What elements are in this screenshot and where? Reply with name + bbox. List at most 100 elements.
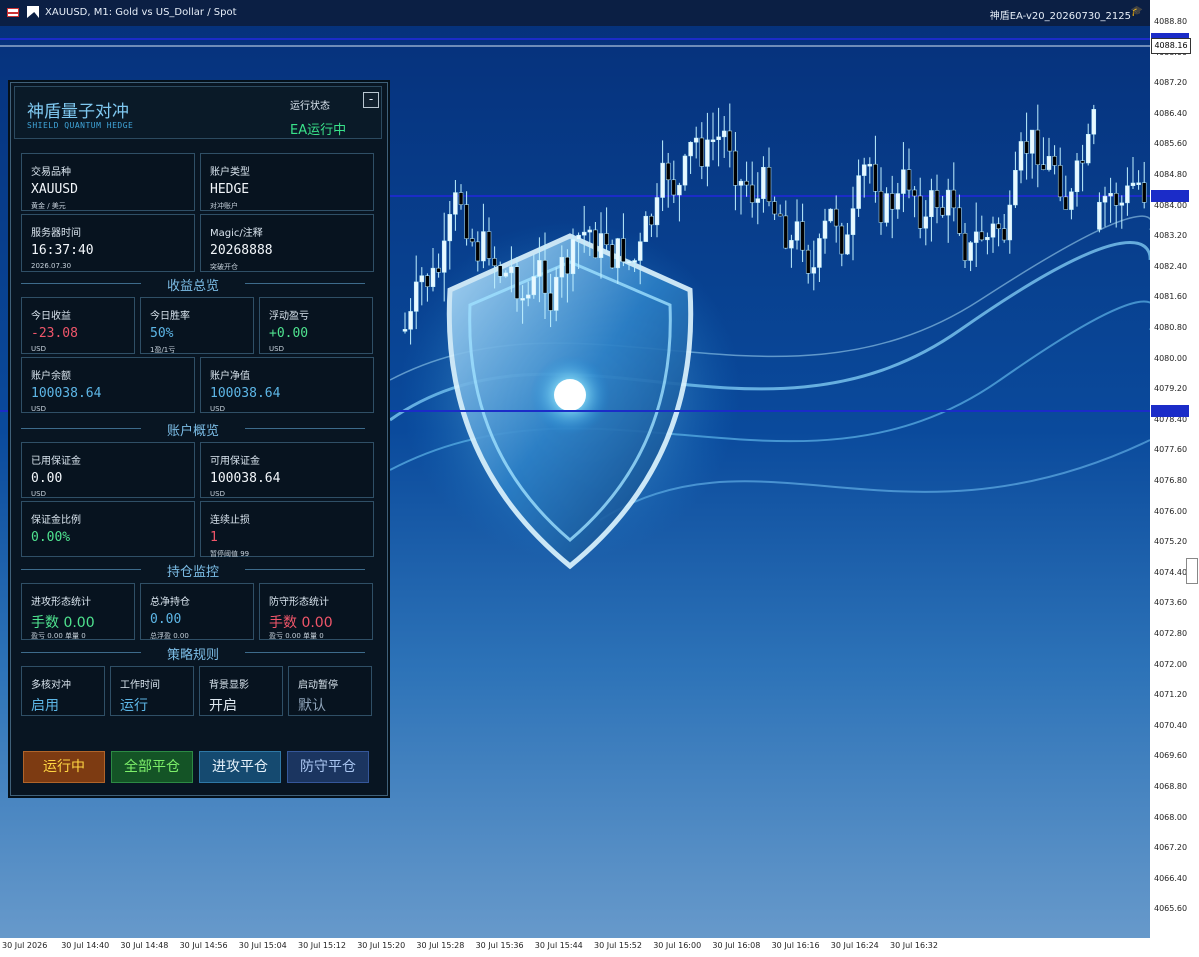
- time-axis-label: 30 Jul 14:48: [120, 941, 169, 950]
- candle-body: [777, 213, 783, 217]
- time-axis-label: 30 Jul 16:32: [890, 941, 938, 950]
- server-time-card: 服务器时间 16:37:40 2026.07.30: [21, 214, 195, 272]
- card-value: 20268888: [210, 243, 273, 258]
- card-value: 运行: [120, 698, 148, 714]
- candle-body: [581, 231, 587, 236]
- time-axis-label: 30 Jul 16:00: [653, 941, 702, 950]
- section-strategy-header: 策略规则: [21, 644, 365, 663]
- candle-body: [1136, 182, 1141, 185]
- hline-price-tag: [1151, 405, 1189, 417]
- card-sub: USD: [210, 405, 225, 413]
- card-sub: 1盈/1亏: [150, 346, 176, 354]
- close-attack-button[interactable]: 进攻平仓: [199, 751, 281, 783]
- card-sub: 盈亏 0.00 单量 0: [31, 632, 86, 640]
- candle-body: [1029, 129, 1035, 154]
- hline-price-tag: [1151, 190, 1189, 202]
- price-axis[interactable]: 4088.804088.004087.204086.404085.604084.…: [1150, 0, 1199, 957]
- rule-worktime-card[interactable]: 工作时间 运行: [110, 666, 194, 716]
- section-profit-header: 收益总览: [21, 275, 365, 294]
- floating-pl-card: 浮动盈亏 +0.00 USD: [259, 297, 373, 354]
- price-axis-label: 4088.80: [1154, 17, 1188, 26]
- candle-body: [962, 233, 968, 261]
- running-button[interactable]: 运行中: [23, 751, 105, 783]
- time-axis-label: 30 Jul 15:28: [416, 941, 465, 950]
- minimize-icon[interactable]: -: [363, 92, 379, 108]
- candle-body: [464, 204, 469, 239]
- section-title: 策略规则: [166, 648, 219, 663]
- candle-body: [805, 249, 811, 274]
- card-value: 16:37:40: [31, 243, 94, 258]
- chart-arrow-icon[interactable]: [27, 6, 39, 18]
- card-label: 账户类型: [210, 167, 250, 178]
- candle-body: [1097, 201, 1102, 230]
- candle-body: [845, 234, 850, 255]
- card-label: 启动暂停: [298, 680, 338, 691]
- time-axis-label: 30 Jul 15:52: [594, 941, 642, 950]
- close-defense-button[interactable]: 防守平仓: [287, 751, 369, 783]
- candle-body: [693, 137, 699, 143]
- free-margin-card: 可用保证金 100038.64 USD: [200, 442, 374, 498]
- candle-body: [576, 234, 581, 240]
- price-axis-label: 4065.60: [1154, 904, 1188, 914]
- candle-body: [727, 130, 733, 152]
- price-axis-label: 4075.20: [1154, 537, 1188, 547]
- candle-body: [895, 193, 901, 210]
- rule-background-card[interactable]: 背景显影 开启: [199, 666, 283, 716]
- card-label: 背景显影: [209, 680, 249, 691]
- price-axis-label: 4085.60: [1154, 139, 1188, 149]
- price-axis-label: 4079.20: [1154, 384, 1188, 394]
- candle-body: [430, 267, 436, 287]
- candle-body: [699, 137, 705, 167]
- price-axis-label: 4072.80: [1154, 629, 1188, 638]
- time-axis-label: 30 Jul 15:44: [534, 941, 583, 950]
- candle-body: [749, 184, 755, 203]
- card-label: 可用保证金: [210, 456, 260, 467]
- section-title: 账户概览: [166, 424, 219, 439]
- rule-startpause-card[interactable]: 启动暂停 默认: [288, 666, 372, 716]
- candle-body: [626, 261, 632, 264]
- candle-body: [1013, 170, 1018, 206]
- price-axis-label: 4077.60: [1154, 445, 1188, 455]
- candle-body: [794, 221, 800, 241]
- close-all-button[interactable]: 全部平仓: [111, 751, 193, 783]
- status-label: 运行状态: [290, 101, 330, 112]
- candle-body: [738, 180, 744, 186]
- candle-body: [593, 229, 598, 258]
- candle-body: [570, 239, 576, 275]
- candle-body: [1119, 202, 1125, 206]
- used-margin-card: 已用保证金 0.00 USD: [21, 442, 195, 498]
- card-sub: USD: [31, 345, 46, 353]
- rule-multicore-card[interactable]: 多核对冲 启用: [21, 666, 105, 716]
- candle-body: [856, 175, 861, 209]
- price-axis-label: 4068.00: [1154, 812, 1188, 822]
- candle-body: [833, 208, 839, 227]
- candle-body: [761, 167, 766, 199]
- price-axis-label: 4086.40: [1154, 108, 1188, 118]
- time-axis-label: 30 Jul 15:36: [475, 941, 524, 950]
- time-axis[interactable]: 30 Jul 2026 30 Jul 14:40 30 Jul 14:48 30 Ju…: [0, 938, 1199, 957]
- candle-body: [509, 266, 514, 274]
- candle-body: [1001, 228, 1007, 241]
- consecutive-stop-card: 连续止损 1 暂停阈值 99: [200, 501, 374, 558]
- graduation-cap-icon[interactable]: 🎓: [1131, 6, 1143, 17]
- candle-body: [873, 163, 878, 192]
- window-title-bar: XAUUSD, M1: Gold vs US_Dollar / Spot 神盾E…: [0, 0, 1199, 26]
- magic-card: Magic/注释 20268888 突破开仓: [200, 214, 374, 272]
- time-axis-label: 30 Jul 16:08: [712, 941, 761, 950]
- card-value: -23.08: [31, 326, 78, 341]
- candle-body: [503, 272, 509, 277]
- candle-body: [1085, 134, 1091, 164]
- candle-body: [968, 242, 973, 261]
- chart-shift-handle[interactable]: [1186, 558, 1198, 584]
- candle-body: [979, 231, 985, 241]
- card-value: 手数 0.00: [31, 615, 95, 631]
- price-axis-label: 4083.20: [1154, 231, 1188, 241]
- price-axis-label: 4074.40: [1154, 567, 1188, 577]
- candle-body: [721, 130, 727, 138]
- candle-body: [419, 275, 425, 283]
- card-label: 账户余额: [31, 371, 71, 382]
- candle-body: [514, 266, 520, 299]
- ea-name-label[interactable]: 神盾EA-v20_20260730_2125: [990, 7, 1131, 22]
- price-axis-label: 4071.20: [1154, 690, 1188, 700]
- card-sub: 突破开仓: [210, 263, 238, 271]
